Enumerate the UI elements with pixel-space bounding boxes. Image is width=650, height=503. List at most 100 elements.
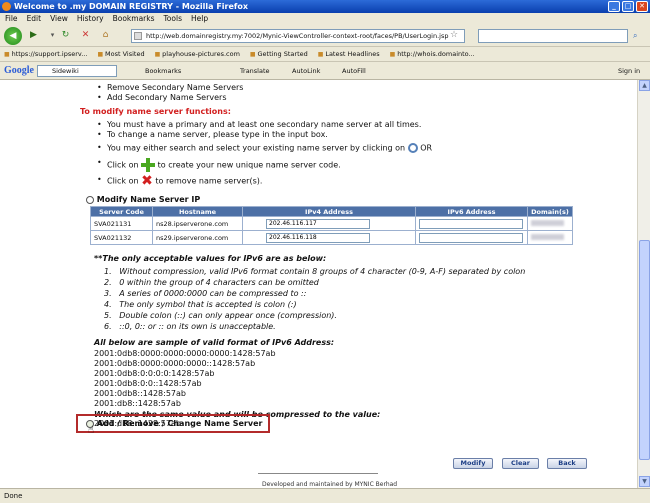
menu-tools[interactable]: Tools (164, 13, 182, 25)
column-header: Server Code (90, 206, 153, 217)
ipv6-input[interactable] (419, 218, 523, 229)
sample-address: 2001:0db8::1428:57ab (94, 389, 186, 398)
ipv4-input[interactable] (266, 218, 370, 229)
ipv6-heading: **The only acceptable values for IPv6 ar… (94, 254, 327, 263)
sample-address: 2001:0db8:0000:0000:0000:0000:1428:57ab (94, 349, 276, 358)
modify-ip-option[interactable]: Modify Name Server IP (86, 195, 200, 204)
menu-bar: File Edit View History Bookmarks Tools H… (0, 13, 650, 25)
reload-icon[interactable]: ↻ (58, 28, 73, 43)
stop-icon[interactable]: ✕ (78, 28, 93, 43)
address-bar[interactable]: http://web.domainregistry.my:7002/Mynic-… (131, 29, 465, 43)
bookmark-item[interactable]: https://support.ipserv... (4, 47, 88, 61)
menu-file[interactable]: File (5, 13, 18, 25)
scroll-up-icon[interactable]: ▲ (639, 80, 650, 91)
table-header-row: Server Code Hostname IPv4 Address IPv6 A… (90, 206, 573, 217)
table-row: SVA021132 ns29.ipserverone.com (90, 230, 573, 245)
google-logo: Google (4, 65, 34, 76)
search-magnifier-icon[interactable] (407, 143, 418, 153)
menu-history[interactable]: History (77, 13, 104, 25)
ipv4-cell (242, 216, 416, 231)
scrollbar-thumb[interactable] (639, 240, 650, 460)
bookmark-item[interactable]: Most Visited (97, 47, 145, 61)
page-icon (134, 32, 142, 40)
vertical-scrollbar[interactable]: ▲ ▼ (637, 80, 650, 488)
redacted-domain (531, 233, 564, 240)
add-remove-label: Add / Remove / Change Name Server (96, 419, 263, 428)
ipv4-input[interactable] (266, 232, 370, 243)
minimize-button[interactable]: _ (608, 1, 620, 12)
menu-view[interactable]: View (50, 13, 68, 25)
forward-arrow-icon[interactable]: ▶ (26, 28, 41, 43)
back-arrow-icon[interactable]: ◀ (4, 27, 22, 45)
close-window-button[interactable]: ✕ (636, 1, 648, 12)
maximize-button[interactable]: □ (622, 1, 634, 12)
list-item: Click on ✖ to remove name server(s). (107, 173, 263, 189)
list-item: 6. ::0, 0:: or :: on its own is unaccept… (104, 322, 276, 331)
google-bookmarks[interactable]: Bookmarks (145, 62, 181, 80)
sample-address: 2001:db8::1428:57ab (94, 399, 181, 408)
ipv6-cell (415, 230, 528, 245)
hostname-cell: ns29.ipserverone.com (152, 230, 243, 245)
page-content: Remove Secondary Name Servers Add Second… (0, 80, 637, 488)
bookmark-item[interactable]: playhouse-pictures.com (155, 47, 240, 61)
google-translate[interactable]: Translate (240, 62, 270, 80)
clear-button[interactable]: Clear (502, 458, 539, 469)
bookmark-item[interactable]: http://whois.domainto... (390, 47, 475, 61)
bookmark-item[interactable]: Latest Headlines (318, 47, 379, 61)
menu-edit[interactable]: Edit (27, 13, 42, 25)
list-item: Remove Secondary Name Servers (107, 83, 244, 92)
list-item: Click on to create your new unique name … (107, 158, 341, 172)
google-sidewiki[interactable]: Sidewiki (52, 62, 79, 80)
status-bar: Done (0, 488, 650, 503)
domains-cell (527, 230, 573, 245)
google-autolink[interactable]: AutoLink (292, 62, 320, 80)
list-item: Add Secondary Name Servers (107, 93, 227, 102)
column-header: IPv6 Address (415, 206, 528, 217)
back-button[interactable]: Back (547, 458, 587, 469)
bookmarks-toolbar: https://support.ipserv... Most Visited p… (0, 47, 650, 62)
bookmark-star-icon[interactable]: ☆ (450, 30, 458, 40)
window-title: Welcome to .my DOMAIN REGISTRY - Mozilla… (14, 2, 249, 11)
status-text: Done (4, 492, 23, 500)
menu-help[interactable]: Help (191, 13, 208, 25)
add-remove-option[interactable]: Add / Remove / Change Name Server (86, 419, 262, 428)
column-header: Domain(s) (527, 206, 573, 217)
sample-address: 2001:0db8:0:0:0:0:1428:57ab (94, 369, 215, 378)
redacted-domain (531, 219, 564, 226)
ipv6-input[interactable] (419, 232, 523, 243)
search-magnifier-icon[interactable]: ⌕ (633, 31, 637, 41)
menu-bookmarks[interactable]: Bookmarks (113, 13, 155, 25)
ipv4-cell (242, 230, 416, 245)
add-plus-icon[interactable] (141, 158, 156, 172)
search-input[interactable] (478, 29, 628, 43)
list-item: 4. The only symbol that is accepted is c… (104, 300, 297, 309)
column-header: IPv4 Address (242, 206, 416, 217)
mouse-cursor-icon: ☝ (88, 425, 95, 436)
navigation-toolbar: ◀ ▶ ▾ ↻ ✕ ⌂ http://web.domainregistry.my… (0, 25, 650, 47)
google-signin[interactable]: Sign in (618, 62, 640, 80)
scroll-down-icon[interactable]: ▼ (639, 476, 650, 487)
google-autofill[interactable]: AutoFill (342, 62, 366, 80)
bookmark-item[interactable]: Getting Started (250, 47, 307, 61)
modify-ip-label: Modify Name Server IP (96, 195, 201, 204)
domains-cell (527, 216, 573, 231)
modify-ip-radio[interactable] (86, 195, 94, 204)
list-item: 1. Without compression, valid IPv6 forma… (104, 267, 526, 276)
column-header: Hostname (152, 206, 243, 217)
table-row: SVA021131 ns28.ipserverone.com (90, 216, 573, 231)
list-item: You may either search and select your ex… (107, 143, 433, 153)
firefox-icon (2, 2, 11, 11)
sample-address: 2001:0db8:0:0::1428:57ab (94, 379, 202, 388)
footer-divider (258, 473, 378, 474)
ipv6-cell (415, 216, 528, 231)
remove-x-icon[interactable]: ✖ (141, 174, 153, 188)
list-item: You must have a primary and at least one… (107, 120, 422, 129)
hostname-cell: ns28.ipserverone.com (152, 216, 243, 231)
modify-button[interactable]: Modify (453, 458, 493, 469)
server-code-cell: SVA021131 (90, 216, 153, 231)
list-item: 3. A series of 0000:0000 can be compress… (104, 289, 307, 298)
list-item: 5. Double colon (::) can only appear onc… (104, 311, 337, 320)
server-code-cell: SVA021132 (90, 230, 153, 245)
home-icon[interactable]: ⌂ (98, 28, 113, 43)
list-item: To change a name server, please type in … (107, 130, 328, 139)
